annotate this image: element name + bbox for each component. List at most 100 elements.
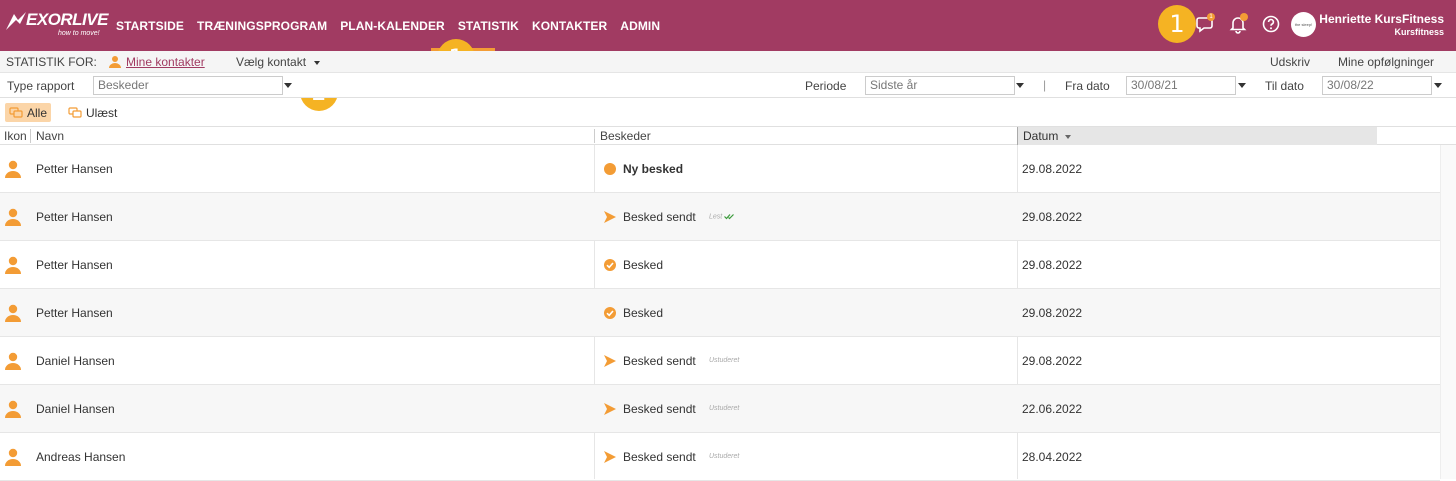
followups-button[interactable]: Mine opfølgninger — [1338, 55, 1434, 69]
report-type-select[interactable]: Beskeder — [93, 76, 283, 95]
column-messages-header[interactable]: Beskeder — [600, 129, 651, 143]
nav-statistik[interactable]: STATISTIK — [458, 19, 519, 33]
column-separator — [30, 129, 31, 143]
message-label[interactable]: Besked sendt — [623, 210, 696, 224]
help-icon[interactable] — [1261, 14, 1281, 34]
send-arrow-icon — [604, 403, 616, 415]
check-circle-icon — [604, 307, 616, 319]
contact-name[interactable]: Petter Hansen — [36, 306, 113, 320]
tab-unread-label: Ulæst — [86, 105, 118, 120]
column-separator — [594, 129, 595, 143]
contact-name[interactable]: Daniel Hansen — [36, 354, 115, 368]
chat-icon — [68, 106, 82, 118]
person-icon — [5, 208, 21, 226]
message-date: 22.06.2022 — [1022, 402, 1083, 416]
message-date: 29.08.2022 — [1022, 162, 1083, 176]
message-date: 29.08.2022 — [1022, 210, 1083, 224]
send-arrow-icon — [604, 451, 616, 463]
bell-icon[interactable] — [1228, 13, 1248, 34]
contact-name[interactable]: Petter Hansen — [36, 210, 113, 224]
tab-all-label: Alle — [27, 105, 48, 120]
sort-desc-icon — [1064, 134, 1071, 139]
message-label[interactable]: Besked sendt — [623, 450, 696, 464]
table-row[interactable]: Daniel Hansen Besked sendt Ustuderet 29.08.… — [0, 337, 1440, 385]
to-date-label: Til dato — [1265, 79, 1304, 93]
chevron-down-icon[interactable] — [1238, 83, 1246, 88]
message-label[interactable]: Besked sendt — [623, 402, 696, 416]
person-icon — [5, 304, 21, 322]
message-date: 29.08.2022 — [1022, 258, 1083, 272]
mine-kontakter-link[interactable]: Mine kontakter — [126, 55, 205, 69]
person-icon — [5, 160, 21, 178]
contact-name[interactable]: Andreas Hansen — [36, 450, 125, 464]
table-row[interactable]: Andreas Hansen Besked sendt Ustuderet 28.04… — [0, 433, 1440, 481]
person-icon — [109, 55, 121, 71]
messages-icon[interactable]: 1 — [1196, 13, 1216, 34]
callout-marker: 1 — [1158, 5, 1196, 43]
chevron-down-icon[interactable] — [1016, 83, 1024, 88]
person-icon — [5, 352, 21, 370]
user-info[interactable]: Henriette KursFitness Kursfitness — [1319, 12, 1444, 37]
read-status: Ustuderet — [709, 405, 740, 412]
new-message-dot-icon — [604, 163, 616, 175]
contact-name[interactable]: Petter Hansen — [36, 162, 113, 176]
nav-plan-kalender[interactable]: PLAN-KALENDER — [340, 19, 445, 33]
table-row[interactable]: Petter Hansen Besked 29.08.2022 — [0, 241, 1440, 289]
choose-contact-dropdown[interactable]: Vælg kontakt — [236, 55, 306, 69]
from-date-label: Fra dato — [1065, 79, 1110, 93]
chevron-down-icon — [314, 61, 320, 65]
to-date-input[interactable]: 30/08/22 — [1322, 76, 1432, 95]
nav-admin[interactable]: ADMIN — [620, 19, 660, 33]
statistik-for-label: STATISTIK FOR: — [6, 55, 97, 69]
period-label: Periode — [805, 79, 847, 93]
avatar[interactable]: the sleep! — [1291, 12, 1316, 37]
top-navigation-bar: EXORLIVE how to move! STARTSIDE TRÆNINGS… — [0, 0, 1456, 51]
report-type-label: Type rapport — [7, 79, 75, 93]
logo-brand: EXORLIVE — [26, 10, 108, 29]
send-arrow-icon — [604, 355, 616, 367]
send-arrow-icon — [604, 211, 616, 223]
chat-icon — [9, 106, 23, 118]
statistics-subheader: STATISTIK FOR: Mine kontakter Vælg konta… — [0, 51, 1456, 73]
column-icon-header[interactable]: Ikon — [4, 129, 27, 143]
message-date: 28.04.2022 — [1022, 450, 1083, 464]
read-status: Ustuderet — [709, 453, 740, 460]
print-button[interactable]: Udskriv — [1270, 55, 1310, 69]
filter-divider: | — [1043, 78, 1047, 92]
table-row[interactable]: Petter Hansen Ny besked 29.08.2022 — [0, 145, 1440, 193]
contact-name[interactable]: Petter Hansen — [36, 258, 113, 272]
table-row[interactable]: Petter Hansen Besked sendt Lest 29.08.2022 — [0, 193, 1440, 241]
period-select[interactable]: Sidste år — [865, 76, 1015, 95]
check-circle-icon — [604, 259, 616, 271]
table-row[interactable]: Petter Hansen Besked 29.08.2022 — [0, 289, 1440, 337]
column-date-label: Datum — [1023, 129, 1059, 143]
person-icon — [5, 256, 21, 274]
chevron-down-icon[interactable] — [1434, 83, 1442, 88]
person-icon — [5, 448, 21, 466]
tab-all[interactable]: Alle — [5, 103, 52, 122]
nav-kontakter[interactable]: KONTAKTER — [532, 19, 607, 33]
user-name: Henriette KursFitness — [1319, 12, 1444, 26]
message-label[interactable]: Besked — [623, 258, 663, 272]
exorlive-logo[interactable]: EXORLIVE how to move! — [4, 8, 108, 40]
tab-unread[interactable]: Ulæst — [64, 103, 121, 122]
message-date: 29.08.2022 — [1022, 354, 1083, 368]
column-date-header[interactable]: Datum — [1017, 127, 1377, 145]
message-label[interactable]: Besked — [623, 306, 663, 320]
chevron-down-icon[interactable] — [284, 83, 292, 88]
table-row[interactable]: Daniel Hansen Besked sendt Ustuderet 22.06.… — [0, 385, 1440, 433]
nav-startside[interactable]: STARTSIDE — [116, 19, 184, 33]
read-status: Ustuderet — [709, 357, 740, 364]
messages-badge: 1 — [1207, 13, 1215, 21]
scrollbar[interactable] — [1440, 145, 1456, 479]
main-nav: STARTSIDE TRÆNINGSPROGRAM PLAN-KALENDER … — [116, 0, 660, 51]
message-label[interactable]: Besked sendt — [623, 354, 696, 368]
from-date-input[interactable]: 30/08/21 — [1126, 76, 1236, 95]
message-label[interactable]: Ny besked — [623, 162, 683, 176]
nav-traeningsprogram[interactable]: TRÆNINGSPROGRAM — [197, 19, 327, 33]
column-name-header[interactable]: Navn — [36, 129, 64, 143]
contact-name[interactable]: Daniel Hansen — [36, 402, 115, 416]
user-company: Kursfitness — [1394, 27, 1444, 37]
read-status: Lest — [709, 213, 736, 220]
filter-bar: Type rapport Beskeder Periode Sidste år … — [0, 73, 1456, 98]
